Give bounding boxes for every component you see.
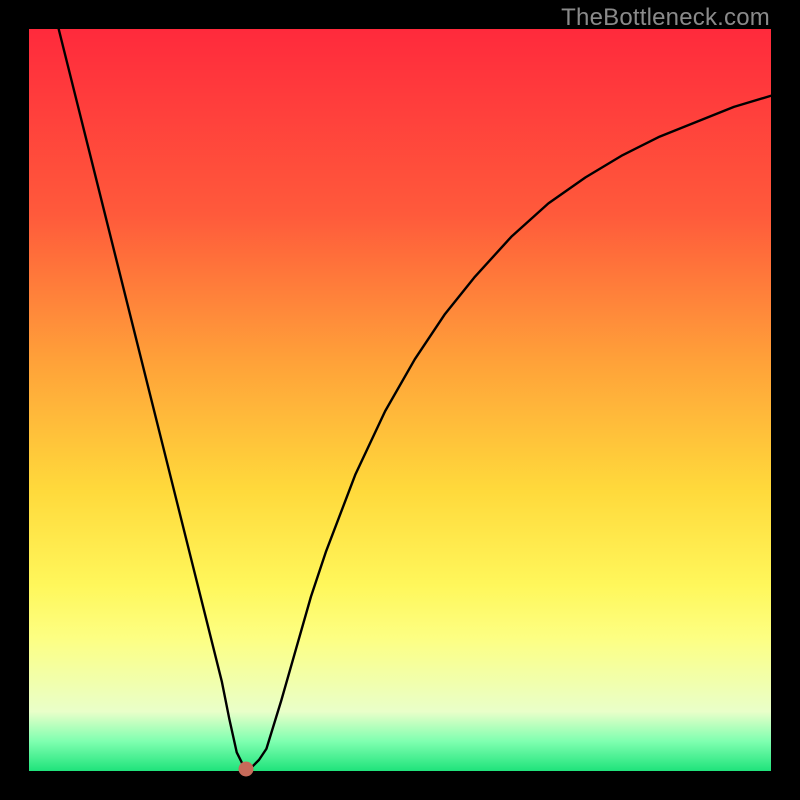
plot-area xyxy=(29,29,771,771)
chart-container: TheBottleneck.com xyxy=(0,0,800,800)
attribution-watermark: TheBottleneck.com xyxy=(561,4,770,32)
optimal-point-marker xyxy=(239,761,254,776)
bottleneck-curve xyxy=(29,29,771,771)
